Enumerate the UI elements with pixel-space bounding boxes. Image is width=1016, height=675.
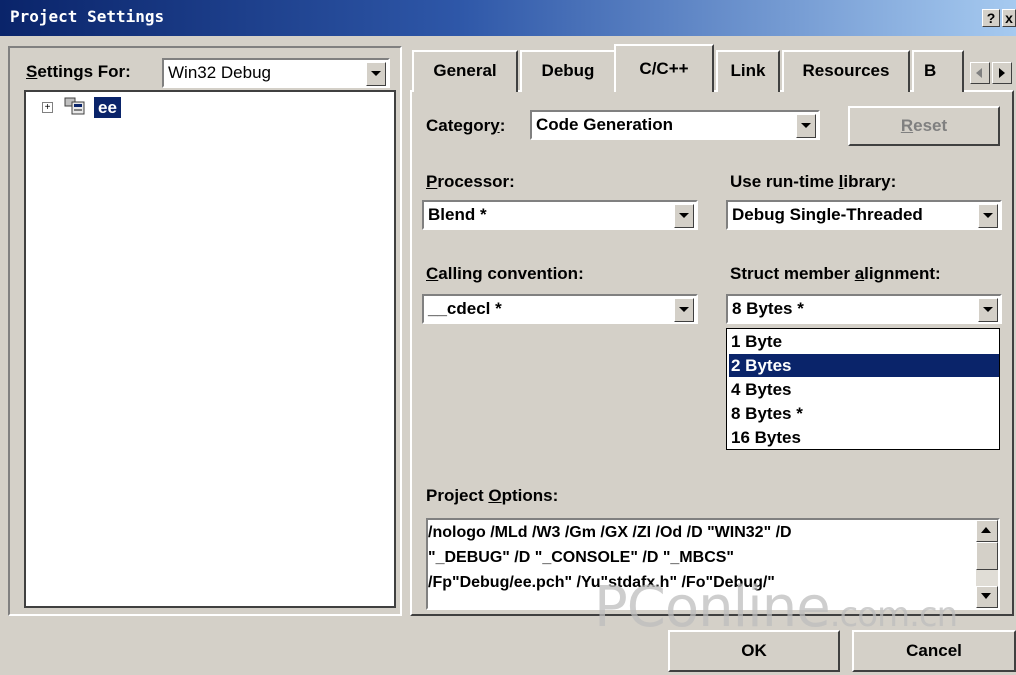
settings-for-label: Settings For: xyxy=(26,62,131,81)
tab-debug[interactable]: Debug xyxy=(520,50,616,92)
tab-link[interactable]: Link xyxy=(716,50,780,92)
calling-convention-value: __cdecl * xyxy=(428,299,502,318)
runtime-value: Debug Single-Threaded xyxy=(732,205,923,224)
tab-cpp[interactable]: C/C++ xyxy=(614,44,714,92)
reset-button[interactable]: Reset xyxy=(848,106,1000,146)
alignment-label: Struct member alignment: xyxy=(730,264,941,283)
processor-value: Blend * xyxy=(428,205,487,224)
scroll-down-icon[interactable] xyxy=(976,586,998,608)
category-combo[interactable]: Code Generation xyxy=(530,110,820,140)
project-options-textbox[interactable]: /nologo /MLd /W3 /Gm /GX /ZI /Od /D "WIN… xyxy=(426,518,1000,610)
alignment-combo[interactable]: 8 Bytes * xyxy=(726,294,1002,324)
list-item-selected[interactable]: 2 Bytes xyxy=(729,354,999,377)
project-tree[interactable] xyxy=(24,90,396,608)
scroll-thumb[interactable] xyxy=(976,542,998,570)
project-icon xyxy=(64,97,85,115)
processor-label: Processor: xyxy=(426,172,515,191)
processor-combo[interactable]: Blend * xyxy=(422,200,698,230)
scroll-up-icon[interactable] xyxy=(976,520,998,542)
expand-icon[interactable]: + xyxy=(42,102,53,113)
ok-button[interactable]: OK xyxy=(668,630,840,672)
runtime-combo[interactable]: Debug Single-Threaded xyxy=(726,200,1002,230)
list-item[interactable]: 4 Bytes xyxy=(729,378,999,401)
tab-general[interactable]: General xyxy=(412,50,518,92)
close-button[interactable]: x xyxy=(1002,9,1016,27)
tab-scroll-left-icon[interactable] xyxy=(970,62,990,84)
tab-resources[interactable]: Resources xyxy=(782,50,910,92)
runtime-label: Use run-time library: xyxy=(730,172,897,191)
calling-convention-combo[interactable]: __cdecl * xyxy=(422,294,698,324)
help-button[interactable]: ? xyxy=(982,9,1000,27)
alignment-dropdown-list[interactable]: 1 Byte 2 Bytes 4 Bytes 8 Bytes * 16 Byte… xyxy=(726,328,1000,450)
settings-for-combo[interactable]: Win32 Debug xyxy=(162,58,390,88)
project-options-text: /nologo /MLd /W3 /Gm /GX /ZI /Od /D "WIN… xyxy=(428,524,792,591)
chevron-down-icon[interactable] xyxy=(978,204,998,228)
chevron-down-icon[interactable] xyxy=(978,298,998,322)
scrollbar[interactable] xyxy=(976,520,998,608)
chevron-down-icon[interactable] xyxy=(674,298,694,322)
chevron-down-icon[interactable] xyxy=(366,62,386,86)
list-item[interactable]: 8 Bytes * xyxy=(729,402,999,425)
chevron-down-icon[interactable] xyxy=(796,114,816,138)
tab-scroll-right-icon[interactable] xyxy=(992,62,1012,84)
cancel-button[interactable]: Cancel xyxy=(852,630,1016,672)
settings-for-value: Win32 Debug xyxy=(168,63,272,82)
window-title: Project Settings xyxy=(10,7,165,26)
list-item[interactable]: 1 Byte xyxy=(729,330,999,353)
alignment-value: 8 Bytes * xyxy=(732,299,804,318)
tree-item-ee[interactable]: ee xyxy=(94,97,121,118)
category-value: Code Generation xyxy=(536,115,673,134)
project-options-label: Project Options: xyxy=(426,486,559,505)
tab-browse-truncated[interactable]: B xyxy=(912,50,964,92)
category-label: Category: xyxy=(426,116,506,135)
list-item[interactable]: 16 Bytes xyxy=(729,426,999,449)
chevron-down-icon[interactable] xyxy=(674,204,694,228)
calling-convention-label: Calling convention: xyxy=(426,264,584,283)
